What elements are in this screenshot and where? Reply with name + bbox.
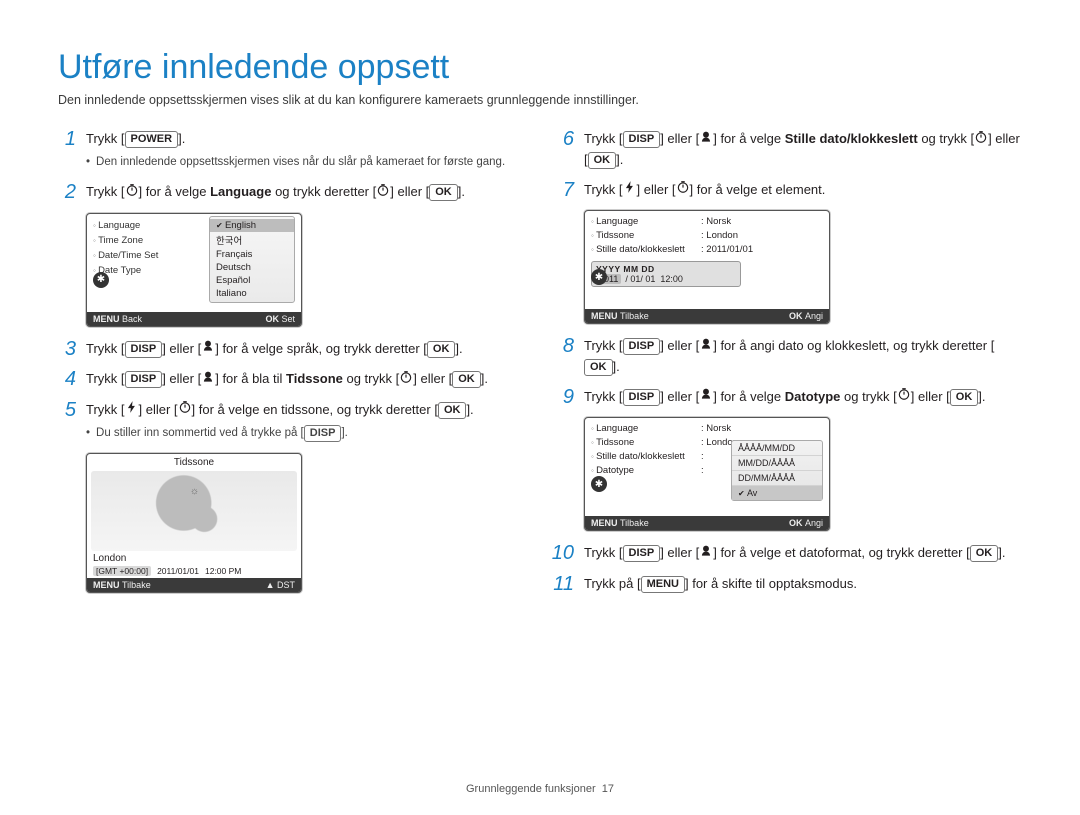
disp-tag xyxy=(125,371,163,388)
step-8: 8 Trykk [] eller [] for å angi dato og k… xyxy=(556,336,1022,377)
date-type-options: ÅÅÅÅ/MM/DD MM/DD/ÅÅÅÅ DD/MM/ÅÅÅÅ Av xyxy=(731,440,823,501)
world-map-icon xyxy=(91,471,297,551)
timer-icon xyxy=(178,400,192,420)
step-5: 5 Trykk [] eller [] for å velge en tidss… xyxy=(58,400,524,444)
gear-icon: ✱ xyxy=(93,272,109,288)
step-2: 2 Trykk [] for å velge Language og trykk… xyxy=(58,182,524,203)
macro-icon xyxy=(201,370,215,390)
ok-tag xyxy=(429,184,458,201)
macro-icon xyxy=(699,130,713,150)
language-options: English 한국어 Français Deutsch Español Ita… xyxy=(209,216,295,303)
step-note: Den innledende oppsettsskjermen vises nå… xyxy=(86,152,505,172)
screenshot-date-set: LanguageNorsk TidssoneLondon Stille dato… xyxy=(584,210,830,324)
timer-icon xyxy=(897,387,911,407)
ok-tag xyxy=(950,389,979,406)
ok-tag xyxy=(452,371,481,388)
disp-tag xyxy=(623,131,661,148)
disp-tag xyxy=(623,545,661,562)
menu-tag xyxy=(641,576,685,593)
power-tag: POWER xyxy=(125,131,179,148)
step-7: 7 Trykk [] eller [] for å velge et eleme… xyxy=(556,180,1022,201)
macro-icon xyxy=(699,387,713,407)
gear-icon: ✱ xyxy=(591,269,607,285)
ok-tag xyxy=(584,359,613,376)
ok-tag xyxy=(438,402,467,419)
screenshot-language: Language Time Zone Date/Time Set Date Ty… xyxy=(86,213,302,327)
page-title: Utføre innledende oppsett xyxy=(58,48,1022,87)
flash-icon xyxy=(623,180,637,200)
screenshot-timezone: Tidssone London [GMT +00:00] 2011/01/01 … xyxy=(86,453,302,593)
timer-icon xyxy=(376,183,390,203)
date-editor: YYYY MM DD 2011/ 01/ 01 12:00 xyxy=(591,261,741,287)
timer-icon xyxy=(125,183,139,203)
disp-tag xyxy=(623,338,661,355)
timer-icon xyxy=(399,370,413,390)
ok-tag xyxy=(427,341,456,358)
ok-tag xyxy=(588,152,617,169)
macro-icon xyxy=(201,339,215,359)
timer-icon xyxy=(974,130,988,150)
intro-text: Den innledende oppsettsskjermen vises sl… xyxy=(58,93,1022,107)
macro-icon xyxy=(699,337,713,357)
gear-icon: ✱ xyxy=(591,476,607,492)
step-note: Du stiller inn sommertid ved å trykke på… xyxy=(86,423,474,443)
step-9: 9 Trykk [] eller [] for å velge Datotype… xyxy=(556,387,1022,408)
step-3: 3 Trykk [] eller [] for å velge språk, o… xyxy=(58,339,524,360)
disp-tag xyxy=(125,341,163,358)
page-footer: Grunnleggende funksjoner 17 xyxy=(0,783,1080,795)
disp-tag xyxy=(623,389,661,406)
step-11: 11 Trykk på [] for å skifte til opptaksm… xyxy=(556,574,1022,594)
ok-tag xyxy=(970,545,999,562)
step-number: 1 xyxy=(58,129,76,172)
step-1: 1 Trykk [POWER]. Den innledende oppsetts… xyxy=(58,129,524,172)
settings-list: LanguageNorsk TidssoneLondon Stille dato… xyxy=(591,215,823,257)
timer-icon xyxy=(676,180,690,200)
flash-icon xyxy=(125,400,139,420)
step-10: 10 Trykk [] eller [] for å velge et dato… xyxy=(556,543,1022,564)
screenshot-date-type: LanguageNorsk TidssoneLondon Stille dato… xyxy=(584,417,830,531)
disp-tag xyxy=(304,425,342,442)
macro-icon xyxy=(699,544,713,564)
step-4: 4 Trykk [] eller [] for å bla til Tidsso… xyxy=(58,369,524,390)
step-6: 6 Trykk [] eller [] for å velge Stille d… xyxy=(556,129,1022,170)
